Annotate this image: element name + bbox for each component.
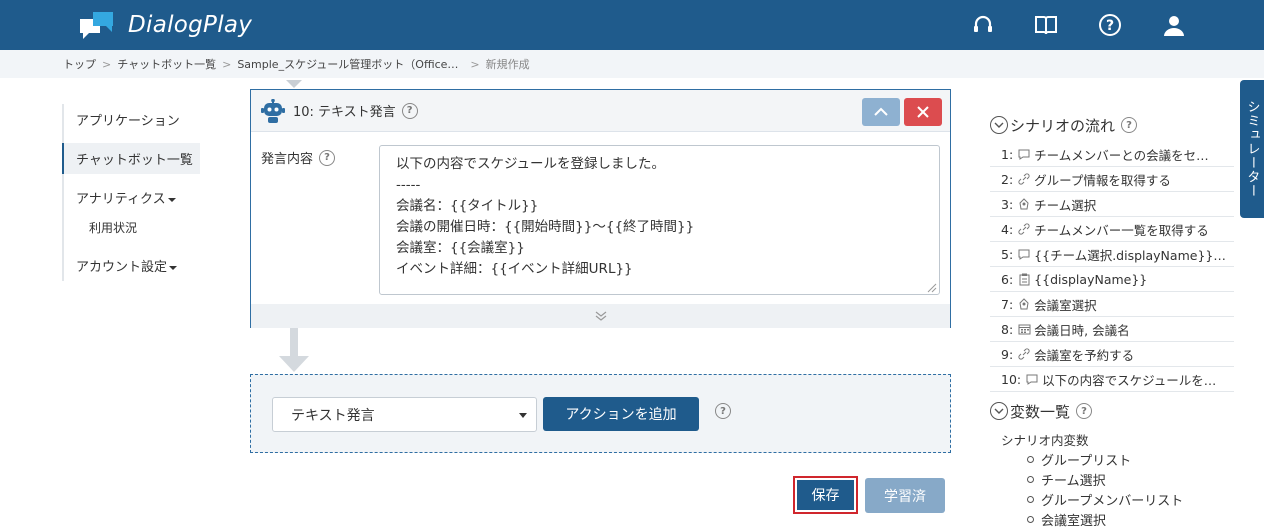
collapse-up-button[interactable]	[862, 98, 900, 126]
flow-item[interactable]: 3: チーム選択	[990, 192, 1234, 217]
sidebar-item-usage[interactable]: 利用状況	[62, 213, 200, 242]
select-icon	[1017, 198, 1031, 210]
calendar-icon	[1017, 323, 1031, 335]
flow-item[interactable]: 7: 会議室選択	[990, 292, 1234, 317]
scenario-flow-list: 1: チームメンバーとの会議をセ… 2: グループ情報を取得する 3: チーム選択 4…	[990, 142, 1240, 392]
clipboard-icon	[1017, 273, 1031, 286]
scenario-flow-title: シナリオの流れ	[1010, 116, 1116, 135]
help-icon[interactable]: ?	[1097, 12, 1123, 38]
flow-item[interactable]: 4: チームメンバー一覧を取得する	[990, 217, 1234, 242]
robot-icon	[261, 98, 285, 123]
resize-handle-icon[interactable]	[927, 283, 937, 293]
link-icon	[1017, 348, 1031, 360]
flow-item[interactable]: 10: 以下の内容でスケジュールを…	[990, 367, 1234, 392]
variables-header[interactable]: 変数一覧 ?	[990, 398, 1240, 424]
flow-item[interactable]: 9: 会議室を予約する	[990, 342, 1234, 367]
action-card-title: 10: テキスト発言	[293, 105, 396, 120]
simulator-tab[interactable]: シミュレーター	[1240, 80, 1264, 218]
speech-icon	[1025, 374, 1039, 385]
message-textarea[interactable]: 以下の内容でスケジュールを登録しました。 ----- 会議名：{{タイトル}} …	[379, 145, 940, 295]
help-icon[interactable]: ?	[1076, 403, 1093, 419]
caret-down-icon	[167, 197, 176, 202]
svg-text:?: ?	[1106, 18, 1114, 34]
link-icon	[1017, 223, 1031, 235]
sidebar-nav: アプリケーション チャットボット一覧 アナリティクス 利用状況 アカウント設定	[62, 104, 200, 281]
variable-item: チーム選択	[990, 469, 1240, 489]
variables-title: 変数一覧	[1010, 402, 1071, 421]
variable-item: グループリスト	[990, 449, 1240, 469]
delete-action-button[interactable]	[904, 98, 942, 126]
breadcrumb-current: 新規作成	[485, 58, 530, 71]
chevron-down-icon	[990, 402, 1008, 420]
add-action-panel: テキスト発言 アクションを追加 ?	[250, 374, 951, 453]
variable-item: グループメンバーリスト	[990, 489, 1240, 509]
chevron-up-icon	[874, 107, 888, 116]
flow-item[interactable]: 6: {{displayName}}	[990, 267, 1234, 292]
headset-icon[interactable]	[970, 12, 996, 38]
action-type-select[interactable]: テキスト発言	[272, 397, 537, 432]
breadcrumb-separator: >	[222, 57, 232, 71]
flow-connector-icon	[286, 80, 302, 88]
breadcrumb-separator: >	[102, 57, 112, 71]
expand-bar[interactable]	[251, 304, 950, 328]
flow-item[interactable]: 1: チームメンバーとの会議をセ…	[990, 142, 1234, 167]
variables-subtitle: シナリオ内変数	[1001, 433, 1089, 448]
action-card-header: 10: テキスト発言 ?	[251, 90, 950, 132]
field-label-text: 発言内容	[261, 152, 314, 167]
flow-item[interactable]: 5: {{チーム選択.displayName}}…	[990, 242, 1234, 267]
double-chevron-down-icon	[595, 311, 606, 321]
chat-bubbles-icon	[80, 12, 113, 39]
add-action-button[interactable]: アクションを追加	[543, 397, 699, 431]
flow-item[interactable]: 8: 会議日時, 会議名	[990, 317, 1234, 342]
speech-icon	[1017, 149, 1031, 160]
sidebar-item-label: アナリティクス	[76, 192, 166, 207]
app-header: DialogPlay ?	[0, 0, 1264, 50]
select-icon	[1017, 298, 1031, 310]
flow-item[interactable]: 2: グループ情報を取得する	[990, 167, 1234, 192]
chevron-down-icon	[990, 116, 1008, 134]
variable-item: 会議室選択	[990, 509, 1240, 529]
breadcrumb-separator: >	[470, 57, 480, 71]
sidebar-item-account-settings[interactable]: アカウント設定	[62, 250, 200, 281]
book-icon[interactable]	[1033, 12, 1059, 38]
breadcrumb-chatbot-list[interactable]: チャットボット一覧	[117, 56, 216, 72]
scenario-flow-header[interactable]: シナリオの流れ ?	[990, 112, 1240, 138]
caret-down-icon	[169, 265, 178, 270]
save-button[interactable]: 保存	[793, 476, 858, 514]
sidebar-item-analytics[interactable]: アナリティクス	[62, 182, 200, 213]
flow-arrow-icon	[279, 328, 309, 372]
message-field-label: 発言内容 ?	[261, 148, 336, 167]
breadcrumb-top[interactable]: トップ	[63, 56, 96, 72]
scenario-panel: シナリオの流れ ? 1: チームメンバーとの会議をセ… 2: グループ情報を取得する…	[990, 112, 1240, 529]
user-icon[interactable]	[1161, 12, 1187, 38]
help-icon[interactable]: ?	[319, 149, 336, 166]
app-logo[interactable]: DialogPlay	[80, 9, 252, 41]
action-card: 10: テキスト発言 ? 発言内容 ? 以下の内容でスケジュールを登録しました。…	[250, 89, 951, 328]
breadcrumb: トップ > チャットボット一覧 > Sample_スケジュール管理ボット（Off…	[0, 50, 1264, 78]
sidebar-item-applications[interactable]: アプリケーション	[62, 104, 200, 135]
link-icon	[1017, 173, 1031, 185]
speech-icon	[1017, 249, 1031, 260]
learned-button[interactable]: 学習済	[865, 478, 945, 513]
help-icon[interactable]: ?	[401, 102, 418, 119]
close-icon	[917, 106, 929, 118]
sidebar-item-label: アカウント設定	[76, 260, 168, 275]
help-icon[interactable]: ?	[1121, 117, 1138, 133]
caret-down-icon	[519, 413, 527, 418]
app-name: DialogPlay	[128, 12, 253, 38]
sidebar-item-chatbot-list[interactable]: チャットボット一覧	[62, 143, 200, 174]
breadcrumb-bot[interactable]: Sample_スケジュール管理ボット（Office…	[237, 56, 458, 72]
help-icon[interactable]: ?	[715, 403, 731, 419]
select-value: テキスト発言	[291, 407, 375, 424]
